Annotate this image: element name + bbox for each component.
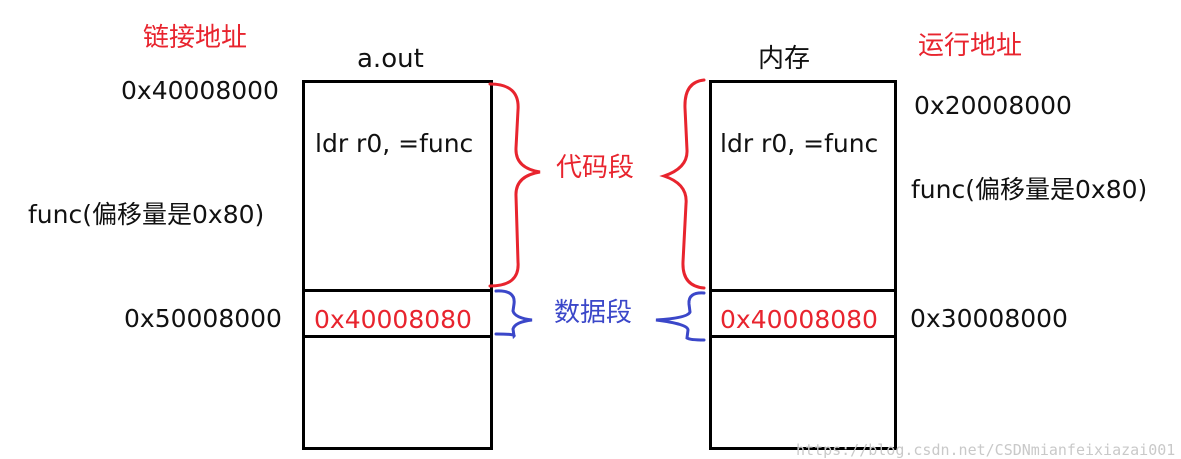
left-code-brace [488,82,541,288]
left-data-brace [494,289,533,340]
right-data-brace [655,291,706,342]
watermark: https://blog.csdn.net/CSDNmianfeixiazai0… [796,441,1176,459]
right-code-brace [659,78,706,290]
segment-braces [488,78,706,342]
